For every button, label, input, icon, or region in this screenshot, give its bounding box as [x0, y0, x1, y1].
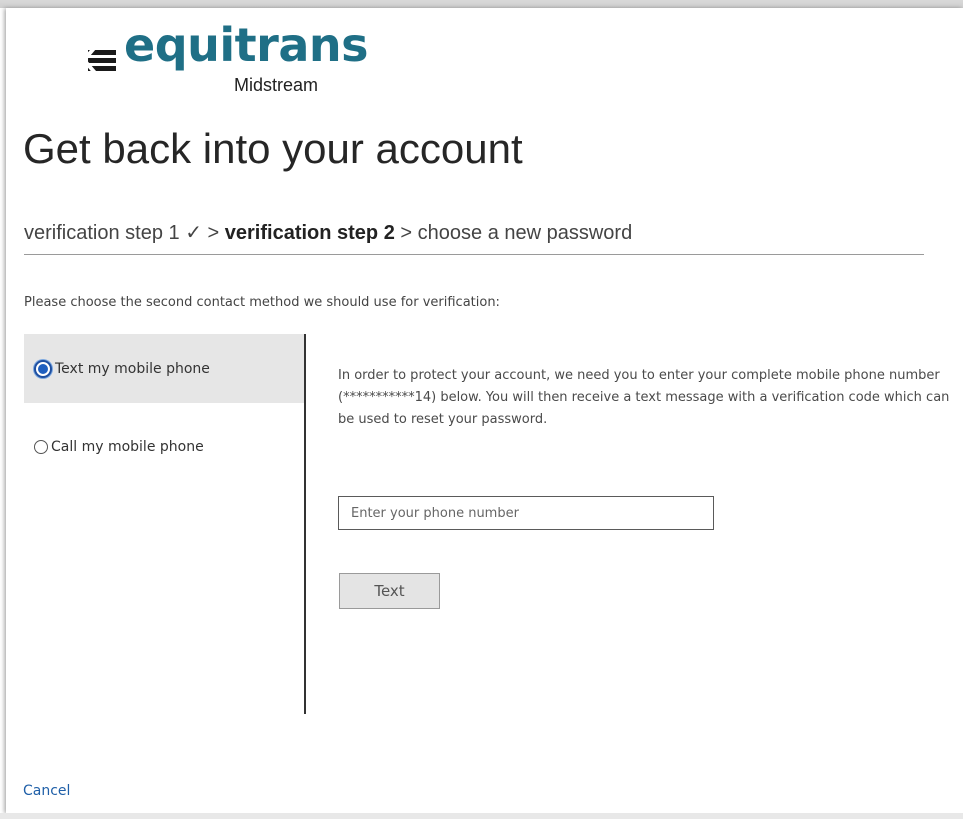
brand-subtitle: Midstream: [234, 75, 319, 95]
cancel-link[interactable]: Cancel: [23, 783, 70, 799]
method-label: Text my mobile phone: [55, 360, 210, 377]
method-text-mobile[interactable]: Text my mobile phone: [24, 334, 305, 403]
radio-unselected-icon[interactable]: [34, 439, 48, 454]
method-call-mobile[interactable]: Call my mobile phone: [24, 412, 305, 481]
phone-number-input[interactable]: [338, 496, 714, 530]
panel-divider: [304, 334, 306, 714]
step-separator: >: [400, 222, 413, 244]
e-arrow-logo-icon: [84, 44, 116, 76]
contact-method-list: Text my mobile phone Call my mobile phon…: [24, 334, 306, 714]
step-2-label-current: verification step 2: [224, 222, 395, 244]
steps-divider: [24, 254, 924, 255]
brand-name: equitrans: [124, 18, 369, 72]
page-title: Get back into your account: [23, 125, 523, 172]
screenshot-frame: equitrans Midstream Get back into your a…: [0, 0, 963, 819]
step-1-label: verification step 1 ✓: [24, 222, 202, 244]
text-submit-button[interactable]: Text: [339, 573, 440, 609]
equitrans-logo: equitrans Midstream: [84, 20, 384, 110]
method-label: Call my mobile phone: [51, 438, 204, 455]
radio-selected-icon[interactable]: [34, 359, 52, 378]
instruction-text: Please choose the second contact method …: [24, 295, 500, 310]
detail-description: In order to protect your account, we nee…: [338, 368, 950, 427]
step-3-label: choose a new password: [417, 222, 633, 244]
steps-breadcrumb: verification step 1 ✓ > verification ste…: [24, 220, 632, 245]
password-reset-page: equitrans Midstream Get back into your a…: [6, 8, 963, 813]
bottom-edge: [0, 813, 963, 819]
step-separator: >: [207, 222, 220, 244]
method-detail-panel: In order to protect your account, we nee…: [338, 365, 953, 431]
